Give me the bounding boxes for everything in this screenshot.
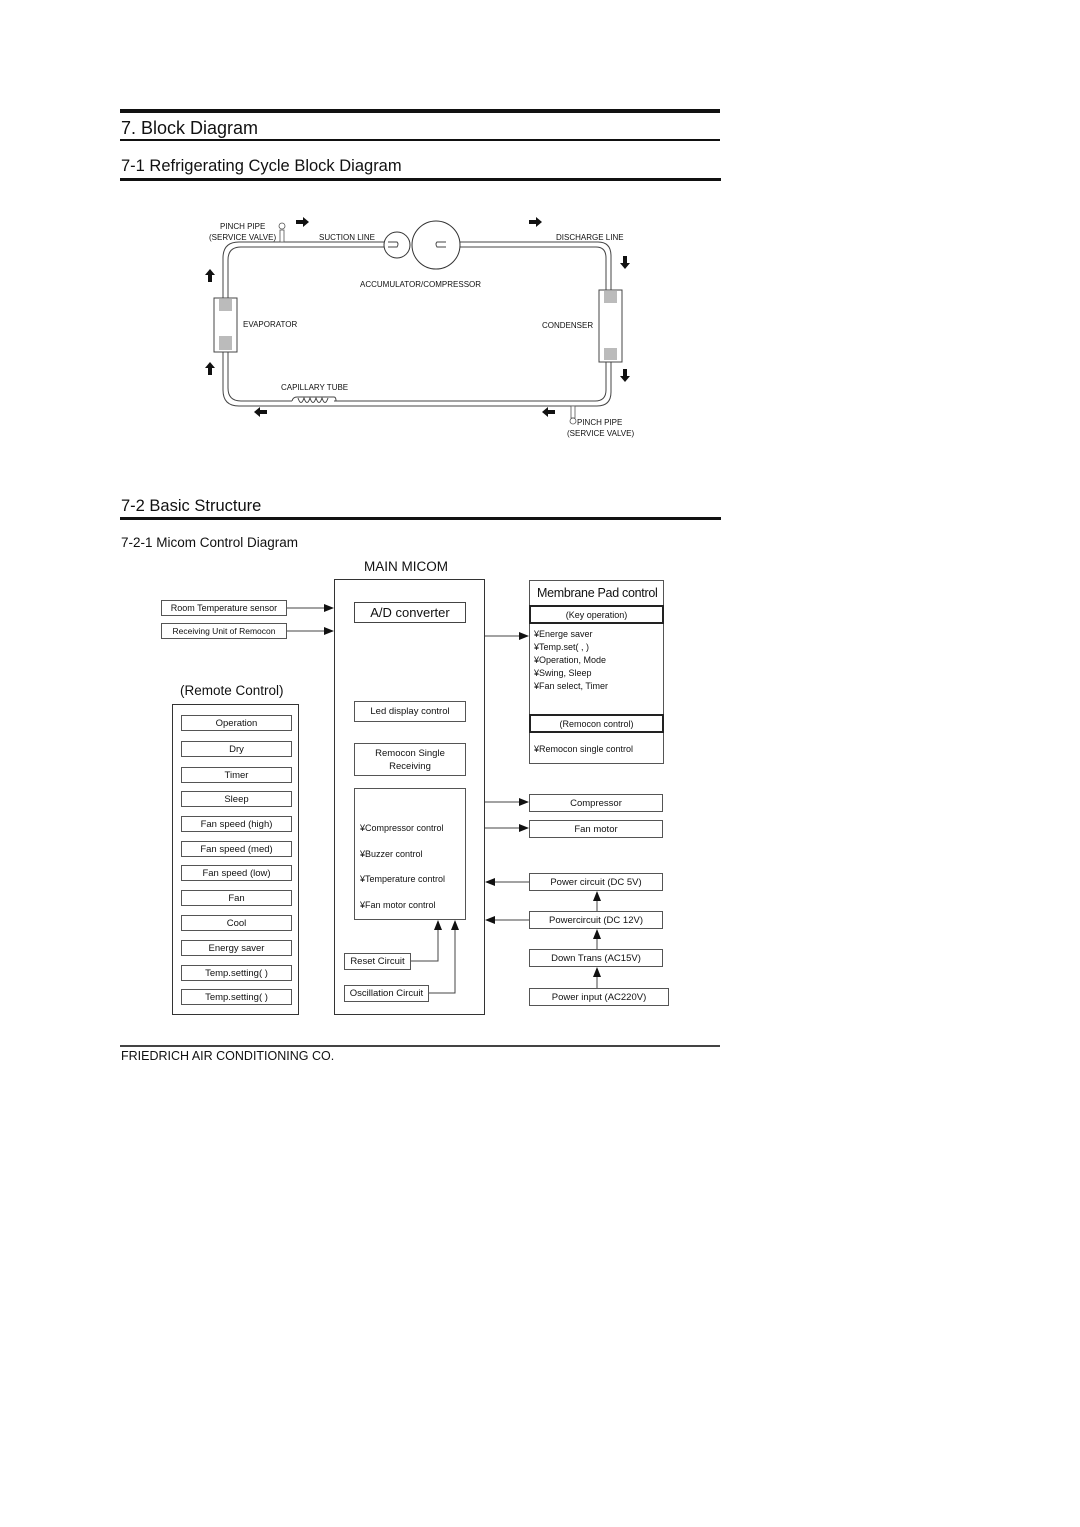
micom-connectors (287, 604, 601, 994)
footer-rule (120, 1045, 720, 1047)
arrow-oscillation-to-control (429, 920, 459, 994)
footer-company: FRIEDRICH AIR CONDITIONING CO. (121, 1049, 335, 1063)
arrow-reset-to-control (411, 920, 442, 962)
